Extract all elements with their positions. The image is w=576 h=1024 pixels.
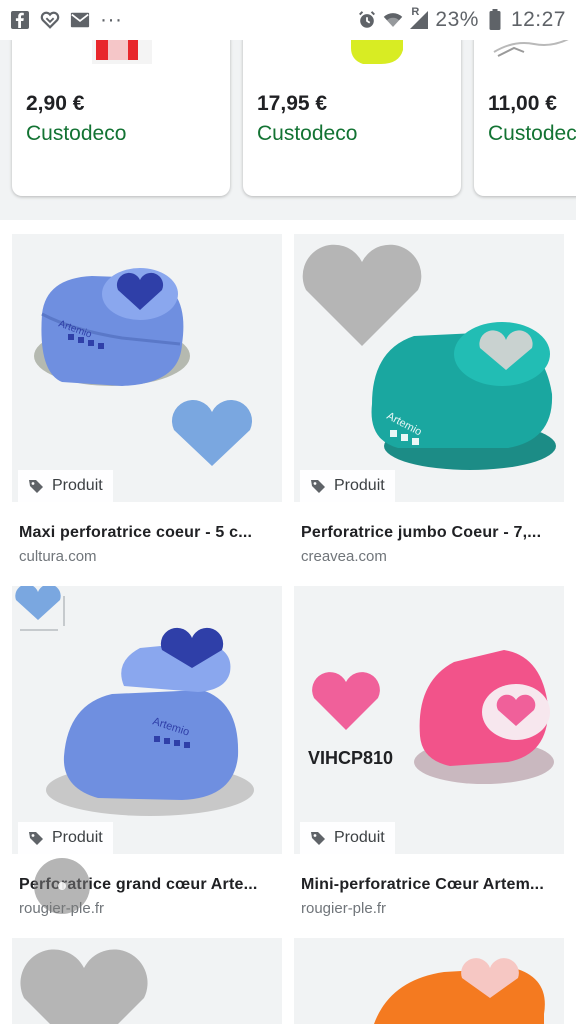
system-icons: R 23% 12:27	[357, 6, 566, 32]
product-price: 17,95 €	[257, 92, 328, 115]
heart-punch-teal-image: Artemio	[294, 234, 564, 502]
clock: 12:27	[510, 8, 566, 31]
result-source[interactable]: rougier-ple.fr	[301, 900, 386, 917]
tag-label: Produit	[52, 829, 103, 846]
signal-icon: R	[409, 6, 429, 30]
tag-icon	[311, 832, 325, 845]
tag-icon	[29, 480, 43, 493]
tag-icon	[311, 480, 325, 493]
result-image[interactable]: VIHCP810	[294, 586, 564, 854]
tag-icon	[29, 832, 43, 845]
result-image[interactable]: Artemio	[294, 234, 564, 502]
product-tag: Produit	[18, 822, 113, 854]
tag-label: Produit	[334, 829, 385, 846]
shopping-card[interactable]: 11,00 € Custodeco	[474, 40, 576, 196]
roaming-mark: R	[411, 6, 420, 18]
shopping-card[interactable]: 17,95 € Custodeco	[243, 40, 461, 196]
orange-heart-punch-image	[294, 938, 564, 1024]
battery-icon	[485, 9, 505, 30]
seller-name: Custodeco	[488, 122, 576, 145]
result-title[interactable]: Maxi perforatrice coeur - 5 c...	[19, 524, 281, 542]
result-card[interactable]: VIHCP810 Produit Mini-perforatrice Cœur …	[294, 586, 564, 917]
alarm-icon	[357, 10, 377, 30]
heart-punch-large-blue-image: Artemio	[12, 586, 282, 854]
product-code-label: VIHCP810	[308, 748, 394, 768]
seller-name: Custodeco	[26, 122, 127, 145]
result-card[interactable]	[12, 938, 282, 1024]
status-bar: ··· R 23% 12:27	[0, 0, 576, 40]
wifi-icon	[383, 10, 403, 30]
tag-label: Produit	[334, 477, 385, 494]
grey-heart-image	[12, 938, 282, 1024]
result-card[interactable]	[294, 938, 564, 1024]
result-source[interactable]: creavea.com	[301, 548, 387, 565]
heart-punch-pink-image	[294, 586, 564, 854]
shopping-card[interactable]: 2,90 € Custodeco	[12, 40, 230, 196]
dot-icon	[58, 882, 66, 890]
result-image[interactable]	[294, 938, 564, 1024]
product-thumbnail	[493, 40, 569, 57]
result-title[interactable]: Perforatrice jumbo Coeur - 7,...	[301, 524, 563, 542]
result-title[interactable]: Mini-perforatrice Cœur Artem...	[301, 876, 563, 894]
result-image[interactable]	[12, 938, 282, 1024]
product-tag: Produit	[300, 470, 395, 502]
shopping-carousel[interactable]: 2,90 € Custodeco 17,95 € Custodeco 11,00…	[0, 40, 576, 220]
product-tag: Produit	[18, 470, 113, 502]
image-results-grid: Artemio Produit Maxi perforatrice coeur …	[0, 220, 576, 1024]
product-tag: Produit	[300, 822, 395, 854]
result-card[interactable]: Artemio Produit Maxi perforatrice coeur …	[12, 234, 282, 565]
result-image[interactable]: Artemio	[12, 586, 282, 854]
product-thumbnail	[351, 40, 403, 64]
product-thumbnail	[92, 40, 152, 64]
facebook-icon	[10, 10, 30, 30]
result-image[interactable]: Artemio	[12, 234, 282, 502]
result-source[interactable]: cultura.com	[19, 548, 97, 565]
product-price: 11,00 €	[488, 92, 557, 115]
more-notifications: ···	[100, 8, 123, 31]
tag-label: Produit	[52, 477, 103, 494]
notification-icons: ···	[10, 8, 122, 32]
result-card[interactable]: Artemio Produit Perforatrice jumbo Coeur…	[294, 234, 564, 565]
product-price: 2,90 €	[26, 92, 85, 115]
gmail-icon	[70, 10, 90, 30]
heart-outline-icon	[40, 10, 60, 30]
heart-punch-blue-image: Artemio	[12, 234, 282, 502]
assistive-touch-button[interactable]	[34, 858, 90, 914]
seller-name: Custodeco	[257, 122, 358, 145]
battery-percent: 23%	[435, 8, 479, 31]
